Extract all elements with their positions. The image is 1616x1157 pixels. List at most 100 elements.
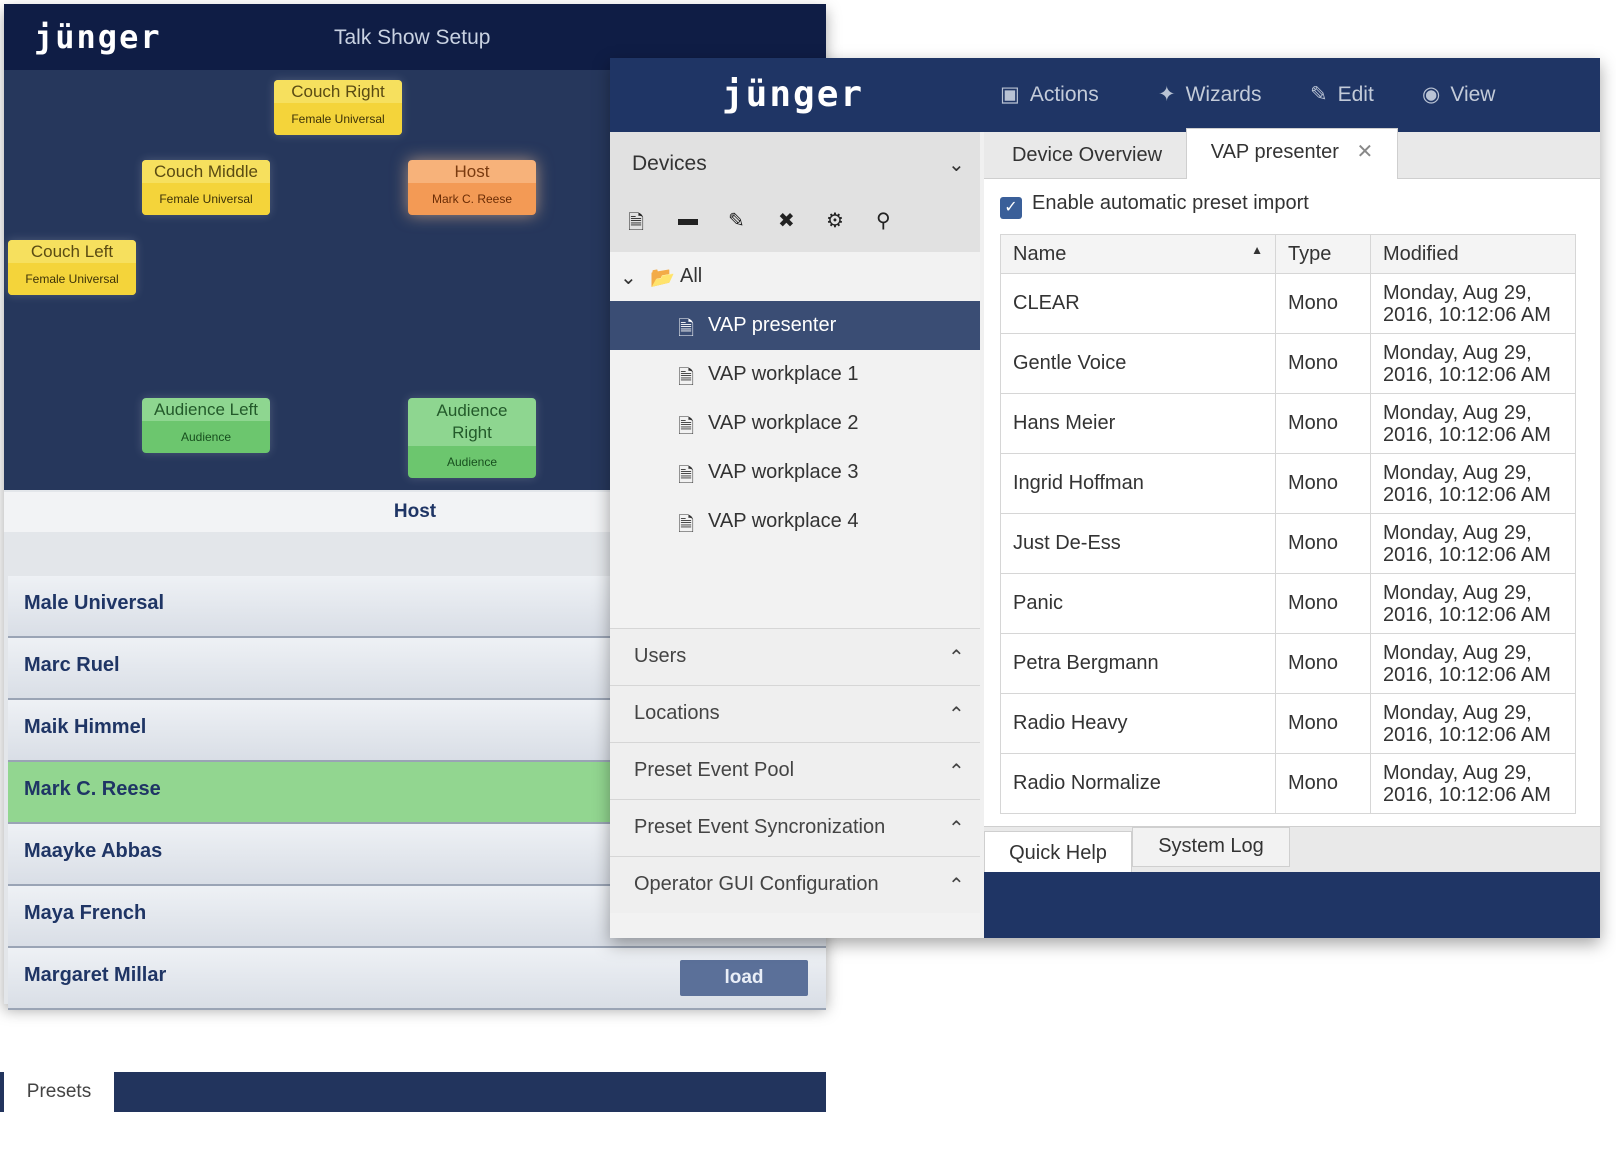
load-button[interactable]: load (680, 960, 808, 996)
chevron-up-icon[interactable]: ⌃ (948, 816, 965, 841)
device-tree: ⌄ 📂 All 🗎 VAP presenter 🗎 VAP workplace … (610, 252, 980, 546)
tile-subtitle: Female Universal (274, 103, 402, 135)
tile-title: Host (408, 160, 536, 183)
cell-name: Radio Heavy (1000, 693, 1276, 754)
tab-quick-help[interactable]: Quick Help (984, 831, 1132, 874)
cell-name: Petra Bergmann (1000, 633, 1276, 694)
tile-subtitle: Female Universal (8, 263, 136, 295)
column-header-name[interactable]: Name ▲ (1000, 234, 1276, 274)
tab-vap-presenter[interactable]: VAP presenter ✕ (1186, 128, 1398, 179)
tile-couch-left[interactable]: Couch Left Female Universal (8, 240, 136, 295)
list-item-label: Maya French (24, 902, 147, 924)
tile-couch-middle[interactable]: Couch Middle Female Universal (142, 160, 270, 215)
table-row[interactable]: Radio Heavy Mono Monday, Aug 29, 2016, 10… (1000, 693, 1576, 754)
column-header-modified[interactable]: Modified (1370, 234, 1576, 274)
bottom-tab-bar: Quick Help System Log (984, 826, 1600, 874)
menu-actions[interactable]: ▣ Actions (1000, 82, 1099, 107)
table-row[interactable]: Just De-Ess Mono Monday, Aug 29, 2016, 10… (1000, 513, 1576, 574)
section-locations[interactable]: Locations ⌃ (610, 685, 980, 742)
file-icon: 🗎 (678, 367, 695, 389)
section-users[interactable]: Users ⌃ (610, 628, 980, 685)
table-row[interactable]: Petra Bergmann Mono Monday, Aug 29, 2016,… (1000, 633, 1576, 694)
modified-line-2: 2016, 10:12:06 AM (1383, 303, 1551, 326)
tile-couch-right[interactable]: Couch Right Female Universal (274, 80, 402, 135)
modified-line-1: Monday, Aug 29, (1383, 761, 1532, 784)
cell-name: Radio Normalize (1000, 753, 1276, 814)
tile-subtitle: Mark C. Reese (408, 183, 536, 215)
cell-name: CLEAR (1000, 273, 1276, 334)
modified-line-2: 2016, 10:12:06 AM (1383, 483, 1551, 506)
chevron-up-icon[interactable]: ⌃ (948, 759, 965, 784)
table-row[interactable]: Radio Normalize Mono Monday, Aug 29, 2016… (1000, 753, 1576, 814)
modified-line-1: Monday, Aug 29, (1383, 461, 1532, 484)
section-preset-event-pool[interactable]: Preset Event Pool ⌃ (610, 742, 980, 799)
cell-modified: Monday, Aug 29, 2016, 10:12:06 AM (1370, 513, 1576, 574)
tree-item-label: VAP presenter (708, 314, 837, 336)
modified-line-1: Monday, Aug 29, (1383, 341, 1532, 364)
chevron-up-icon[interactable]: ⌃ (948, 702, 965, 727)
tree-item-label: VAP workplace 4 (708, 510, 859, 532)
tile-title: Couch Left (8, 240, 136, 263)
tree-item-vap-workplace-1[interactable]: 🗎 VAP workplace 1 (610, 350, 980, 399)
cell-type: Mono (1275, 273, 1371, 334)
tile-title: Couch Right (274, 80, 402, 103)
delete-icon[interactable]: ✖ (778, 208, 795, 233)
section-preset-event-sync[interactable]: Preset Event Syncronization ⌃ (610, 799, 980, 856)
chevron-down-icon[interactable]: ⌄ (620, 265, 637, 290)
presets-tab[interactable]: Presets (4, 1072, 114, 1112)
cell-modified: Monday, Aug 29, 2016, 10:12:06 AM (1370, 393, 1576, 454)
tree-root[interactable]: ⌄ 📂 All (610, 252, 980, 301)
tab-system-log[interactable]: System Log (1132, 827, 1290, 867)
tile-subtitle: Audience (142, 421, 270, 453)
modified-line-1: Monday, Aug 29, (1383, 401, 1532, 424)
column-header-type[interactable]: Type (1275, 234, 1371, 274)
menu-label: Edit (1337, 83, 1374, 106)
list-item-label: Male Universal (24, 592, 165, 614)
cell-name: Gentle Voice (1000, 333, 1276, 394)
table-row[interactable]: CLEAR Mono Monday, Aug 29, 2016, 10:12:06… (1000, 273, 1576, 334)
folder-icon[interactable]: ▬ (678, 208, 698, 231)
cell-modified: Monday, Aug 29, 2016, 10:12:06 AM (1370, 753, 1576, 814)
close-icon[interactable]: ✕ (1357, 141, 1374, 163)
tree-item-vap-workplace-2[interactable]: 🗎 VAP workplace 2 (610, 399, 980, 448)
tree-item-vap-workplace-4[interactable]: 🗎 VAP workplace 4 (610, 497, 980, 546)
tab-label: Quick Help (1009, 842, 1107, 864)
table-row[interactable]: Ingrid Hoffman Mono Monday, Aug 29, 2016,… (1000, 453, 1576, 514)
tree-item-label: VAP workplace 3 (708, 461, 859, 483)
list-item[interactable]: Margaret Millar load (8, 948, 826, 1010)
cell-type: Mono (1275, 333, 1371, 394)
table-row[interactable]: Hans Meier Mono Monday, Aug 29, 2016, 10:… (1000, 393, 1576, 454)
tree-item-vap-workplace-3[interactable]: 🗎 VAP workplace 3 (610, 448, 980, 497)
menu-view[interactable]: ◉ View (1422, 82, 1495, 107)
modified-line-2: 2016, 10:12:06 AM (1383, 723, 1551, 746)
chevron-up-icon[interactable]: ⌃ (948, 645, 965, 670)
tile-audience-left[interactable]: Audience Left Audience (142, 398, 270, 453)
menu-edit[interactable]: ✎ Edit (1310, 82, 1374, 107)
tab-device-overview[interactable]: Device Overview (992, 132, 1182, 176)
tree-item-vap-presenter[interactable]: 🗎 VAP presenter (610, 301, 980, 350)
bottom-panel (984, 872, 1600, 938)
new-file-icon[interactable]: 🗎 (628, 208, 644, 242)
chevron-down-icon[interactable]: ⌄ (948, 152, 965, 177)
section-operator-gui[interactable]: Operator GUI Configuration ⌃ (610, 856, 980, 913)
tile-host[interactable]: Host Mark C. Reese (408, 160, 536, 215)
auto-import-checkbox[interactable]: ✓ Enable automatic preset import (1000, 192, 1309, 219)
settings-icon[interactable]: ⚙ (826, 208, 844, 233)
tile-title: Couch Middle (142, 160, 270, 183)
cell-modified: Monday, Aug 29, 2016, 10:12:06 AM (1370, 453, 1576, 514)
search-icon[interactable]: ⚲ (876, 208, 891, 233)
cell-name: Just De-Ess (1000, 513, 1276, 574)
table-row[interactable]: Gentle Voice Mono Monday, Aug 29, 2016, 1… (1000, 333, 1576, 394)
table-row[interactable]: Panic Mono Monday, Aug 29, 2016, 10:12:06… (1000, 573, 1576, 634)
sort-ascending-icon[interactable]: ▲ (1251, 243, 1263, 257)
briefcase-icon: ▣ (1000, 83, 1020, 106)
file-icon: 🗎 (678, 318, 695, 340)
tile-audience-right[interactable]: Audience Right Audience (408, 398, 536, 478)
edit-icon[interactable]: ✎ (728, 208, 745, 233)
tab-label: VAP presenter (1210, 141, 1339, 163)
menu-wizards[interactable]: ✦ Wizards (1158, 82, 1261, 107)
checkbox-checked-icon[interactable]: ✓ (1000, 197, 1022, 219)
tab-bar: Device Overview VAP presenter ✕ (984, 128, 1600, 179)
chevron-up-icon[interactable]: ⌃ (948, 873, 965, 898)
file-icon: 🗎 (678, 514, 695, 536)
